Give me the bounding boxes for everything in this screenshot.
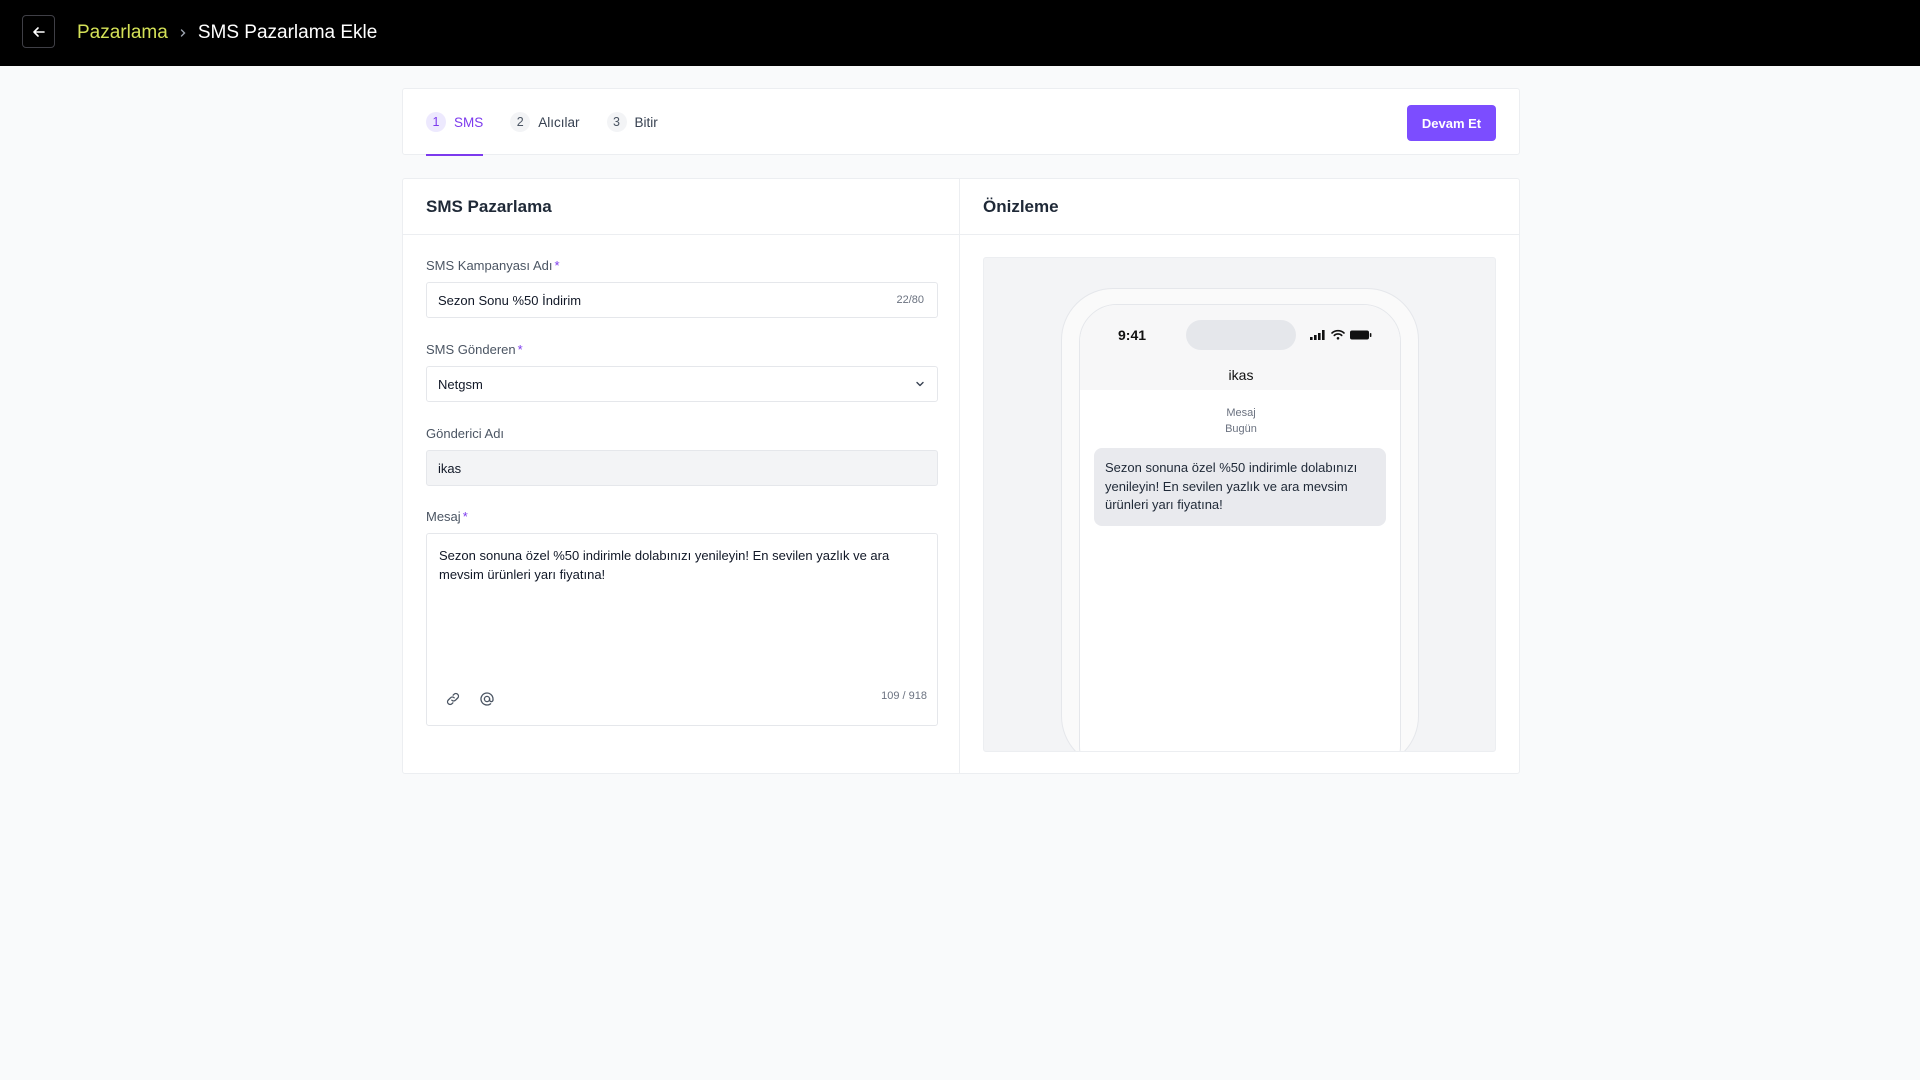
message-meta-type: Mesaj bbox=[1226, 407, 1256, 419]
top-bar: Pazarlama SMS Pazarlama Ekle bbox=[0, 0, 1920, 66]
signal-icon bbox=[1310, 329, 1325, 340]
sender-name-label: Gönderici Adı bbox=[426, 426, 505, 441]
battery-icon bbox=[1350, 330, 1372, 339]
message-counter: 109 / 918 bbox=[881, 690, 927, 702]
step-label: Bitir bbox=[634, 114, 658, 130]
link-icon[interactable] bbox=[443, 689, 463, 709]
phone-mockup: 9:41 ikas Mesaj Bugün Sezon sonuna özel … bbox=[1061, 288, 1419, 751]
arrow-left-icon bbox=[32, 26, 45, 37]
message-field: Mesaj * Sezon sonuna özel %50 indirimle d… bbox=[426, 509, 938, 726]
step-label: SMS bbox=[454, 114, 484, 130]
step-finish[interactable]: 3 Bitir bbox=[606, 89, 658, 155]
message-value: Sezon sonuna özel %50 indirimle dolabını… bbox=[439, 548, 890, 582]
dynamic-island bbox=[1186, 320, 1296, 350]
sender-value: Netgsm bbox=[438, 376, 483, 392]
breadcrumb-pazarlama-link[interactable]: Pazarlama bbox=[77, 22, 168, 44]
sender-select[interactable]: Netgsm bbox=[426, 366, 938, 402]
sender-name-field: Gönderici Adı ikas bbox=[426, 426, 938, 486]
continue-button[interactable]: Devam Et bbox=[1407, 105, 1496, 141]
step-number: 1 bbox=[426, 112, 446, 132]
status-icons bbox=[1310, 329, 1372, 340]
step-sms[interactable]: 1 SMS bbox=[426, 89, 484, 156]
form-panel: SMS Pazarlama SMS Kampanyası Adı * Sezon … bbox=[403, 179, 960, 773]
stepper: 1 SMS 2 Alıcılar 3 Bitir bbox=[426, 89, 658, 156]
main-card: SMS Pazarlama SMS Kampanyası Adı * Sezon … bbox=[402, 178, 1520, 774]
form-title: SMS Pazarlama bbox=[403, 179, 959, 235]
campaign-name-input[interactable]: Sezon Sonu %50 İndirim 22/80 bbox=[426, 282, 938, 318]
wifi-icon bbox=[1331, 329, 1345, 340]
step-label: Alıcılar bbox=[538, 114, 580, 130]
preview-title: Önizleme bbox=[960, 179, 1519, 235]
sender-name-value: ikas bbox=[438, 460, 462, 476]
phone-time: 9:41 bbox=[1118, 327, 1147, 343]
at-sign-icon[interactable] bbox=[477, 689, 497, 709]
contact-name: ikas bbox=[1228, 367, 1254, 383]
page-title: SMS Pazarlama Ekle bbox=[197, 22, 378, 43]
sender-label: SMS Gönderen * bbox=[426, 342, 523, 357]
preview-panel: Önizleme 9:41 ikas Mesaj Bugün Sezon son… bbox=[960, 179, 1519, 773]
back-button[interactable] bbox=[22, 15, 55, 48]
message-toolbar bbox=[443, 689, 497, 709]
campaign-name-label: SMS Kampanyası Adı * bbox=[426, 258, 560, 273]
step-number: 3 bbox=[606, 112, 627, 132]
step-number: 2 bbox=[510, 112, 531, 132]
message-bubble: Sezon sonuna özel %50 indirimle dolabını… bbox=[1094, 448, 1386, 526]
stepper-card: 1 SMS 2 Alıcılar 3 Bitir Devam Et bbox=[402, 88, 1520, 156]
step-recipients[interactable]: 2 Alıcılar bbox=[510, 89, 580, 155]
phone-screen: 9:41 ikas Mesaj Bugün Sezon sonuna özel … bbox=[1079, 304, 1401, 751]
message-meta-date: Bugün bbox=[1225, 423, 1257, 435]
campaign-name-counter: 22/80 bbox=[896, 294, 924, 306]
message-textarea[interactable]: Sezon sonuna özel %50 indirimle dolabını… bbox=[426, 533, 938, 726]
chevron-down-icon bbox=[916, 381, 924, 387]
campaign-name-value: Sezon Sonu %50 İndirim bbox=[438, 292, 582, 308]
campaign-name-field: SMS Kampanyası Adı * Sezon Sonu %50 İndir… bbox=[426, 258, 938, 318]
preview-area: 9:41 ikas Mesaj Bugün Sezon sonuna özel … bbox=[983, 257, 1496, 752]
sender-field: SMS Gönderen * Netgsm bbox=[426, 342, 938, 402]
message-label: Mesaj * bbox=[426, 509, 468, 524]
sender-name-input: ikas bbox=[426, 450, 938, 486]
breadcrumb: Pazarlama SMS Pazarlama Ekle bbox=[77, 0, 377, 66]
chevron-right-icon bbox=[178, 28, 188, 38]
message-meta: Mesaj Bugün bbox=[1080, 405, 1400, 437]
